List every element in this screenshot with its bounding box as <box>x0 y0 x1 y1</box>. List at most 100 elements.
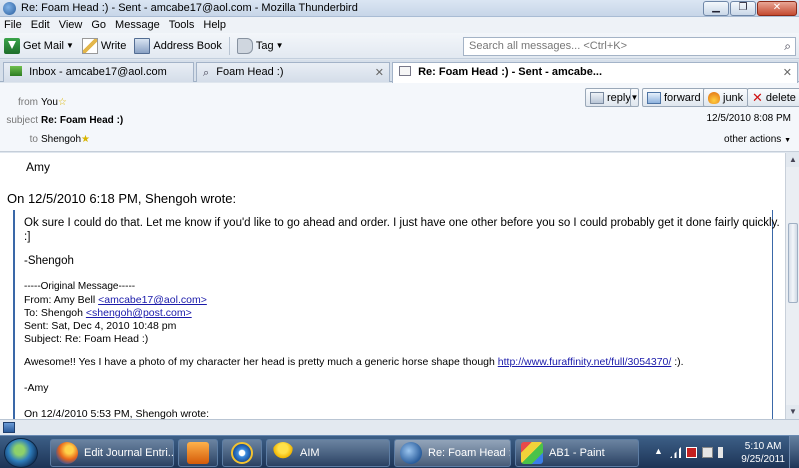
close-icon[interactable]: ✕ <box>783 66 792 79</box>
tab-foam-head[interactable]: ⌕ Foam Head :) ✕ <box>196 62 390 82</box>
scroll-down-icon[interactable]: ▼ <box>786 405 799 419</box>
close-button[interactable]: ✕ <box>757 1 797 16</box>
online-status-icon[interactable] <box>3 422 15 433</box>
taskbar-item-ie[interactable] <box>222 439 262 467</box>
message-header: from You☆ subject Re: Foam Head :) to Sh… <box>0 83 799 152</box>
get-mail-label: Get Mail <box>23 39 64 52</box>
address-book-icon <box>134 37 151 54</box>
tab-inbox[interactable]: Inbox - amcabe17@aol.com <box>3 62 194 82</box>
tab-bar: Inbox - amcabe17@aol.com ⌕ Foam Head :) … <box>0 60 799 83</box>
quote-line: :] <box>24 231 31 243</box>
antivirus-icon[interactable] <box>686 447 697 458</box>
quote-border <box>772 210 773 419</box>
taskbar-item-thunderbird[interactable]: Re: Foam Head :)... <box>394 439 511 467</box>
write-label: Write <box>100 39 127 52</box>
aim-icon <box>272 442 294 464</box>
close-icon[interactable]: ✕ <box>375 66 384 79</box>
status-bar <box>0 419 799 435</box>
tag-button[interactable]: Tag ▼ <box>233 35 288 57</box>
email-link[interactable]: <amcabe17@aol.com> <box>98 294 207 306</box>
network-icon[interactable] <box>670 447 681 458</box>
toolbar-divider <box>228 36 230 55</box>
star-icon[interactable]: ☆ <box>58 97 67 108</box>
menu-go[interactable]: Go <box>91 19 106 31</box>
window-title: Re: Foam Head :) - Sent - amcabe17@aol.c… <box>21 2 358 14</box>
blockquote: Ok sure I could do that. Let me know if … <box>13 210 780 419</box>
inbox-icon <box>10 66 22 76</box>
chevron-down-icon: ▼ <box>784 137 791 144</box>
message-body: Amy On 12/5/2010 6:18 PM, Shengoh wrote:… <box>0 153 785 419</box>
paint-icon <box>521 442 543 464</box>
original-body: Awesome!! Yes I have a photo of my chara… <box>24 356 684 368</box>
show-desktop-button[interactable] <box>789 436 799 468</box>
forward-button[interactable]: forward <box>642 88 706 107</box>
scroll-thumb[interactable] <box>788 223 798 303</box>
window-titlebar: Re: Foam Head :) - Sent - amcabe17@aol.c… <box>0 0 799 17</box>
tab-inbox-label: Inbox - amcabe17@aol.com <box>29 66 167 78</box>
delete-icon: ✕ <box>752 89 763 105</box>
nested-attribution: On 12/4/2010 5:53 PM, Shengoh wrote: <box>24 408 210 419</box>
taskbar-item-paint[interactable]: AB1 - Paint <box>515 439 639 467</box>
chevron-down-icon[interactable]: ▼ <box>66 41 74 50</box>
forward-icon <box>647 91 661 104</box>
subject-value: Re: Foam Head :) <box>41 115 124 126</box>
to-value[interactable]: Shengoh★ <box>41 134 90 145</box>
vertical-scrollbar[interactable]: ▲ ▼ <box>785 153 799 419</box>
scroll-up-icon[interactable]: ▲ <box>786 153 799 167</box>
show-hidden-icons[interactable]: ▲ <box>654 446 663 456</box>
internet-explorer-icon <box>231 442 253 464</box>
search-icon: ⌕ <box>203 67 210 79</box>
search-icon[interactable]: ⌕ <box>784 39 791 54</box>
write-button[interactable]: Write <box>78 35 130 57</box>
menu-tools[interactable]: Tools <box>169 19 195 31</box>
search-input[interactable]: Search all messages... <Ctrl+K> ⌕ <box>463 37 796 56</box>
original-subject: Subject: Re: Foam Head :) <box>24 333 149 345</box>
subject-label: subject <box>6 115 38 126</box>
menu-file[interactable]: File <box>4 19 22 31</box>
taskbar-item-firefox[interactable]: Edit Journal Entri... <box>50 439 174 467</box>
start-button[interactable] <box>4 438 38 468</box>
delete-button[interactable]: ✕ delete <box>747 88 799 107</box>
address-book-button[interactable]: Address Book <box>130 35 225 57</box>
tab-re-foam-head[interactable]: Re: Foam Head :) - Sent - amcabe... ✕ <box>392 62 798 83</box>
menu-message[interactable]: Message <box>115 19 160 31</box>
envelope-icon <box>399 66 411 76</box>
window-controls: ▁ ❐ ✕ <box>703 1 797 16</box>
other-actions-button[interactable]: other actions ▼ <box>724 134 791 145</box>
taskbar-item-aim[interactable]: AIM <box>266 439 390 467</box>
star-icon[interactable]: ★ <box>81 134 90 145</box>
url-link[interactable]: http://www.furaffinity.net/full/3054370/ <box>498 356 672 368</box>
menu-edit[interactable]: Edit <box>31 19 50 31</box>
get-mail-button[interactable]: Get Mail ▼ <box>0 35 78 57</box>
taskbar-item-label: Re: Foam Head :)... <box>428 447 510 459</box>
thunderbird-icon <box>400 442 422 464</box>
minimize-button[interactable]: ▁ <box>703 1 729 16</box>
reply-attribution: On 12/5/2010 6:18 PM, Shengoh wrote: <box>7 191 237 206</box>
original-from: From: Amy Bell <amcabe17@aol.com> <box>24 294 207 306</box>
taskbar-clock[interactable]: 5:10 AM 9/25/2011 <box>741 440 785 466</box>
menu-view[interactable]: View <box>59 19 83 31</box>
reply-dropdown-button[interactable]: ▼ <box>630 88 639 107</box>
action-center-icon[interactable] <box>702 447 713 458</box>
original-message-header: -----Original Message----- <box>24 281 136 292</box>
taskbar-item-media[interactable] <box>178 439 218 467</box>
taskbar-item-label: AB1 - Paint <box>549 447 605 459</box>
chevron-down-icon: ▼ <box>630 93 639 102</box>
maximize-button[interactable]: ❐ <box>730 1 756 16</box>
from-label: from <box>18 97 38 108</box>
quote-sign: -Shengoh <box>24 255 74 267</box>
flame-icon <box>708 91 720 104</box>
email-link[interactable]: <shengoh@post.com> <box>86 307 192 319</box>
signature: Amy <box>26 160 50 174</box>
menu-bar: File Edit View Go Message Tools Help <box>0 17 799 33</box>
from-value[interactable]: You☆ <box>41 97 67 108</box>
reply-button[interactable]: reply <box>585 88 636 107</box>
junk-button[interactable]: junk <box>703 88 749 107</box>
tag-icon <box>236 37 253 54</box>
clock-date: 9/25/2011 <box>741 454 785 465</box>
write-icon <box>81 37 98 54</box>
volume-icon[interactable] <box>718 447 723 458</box>
quote-line: Ok sure I could do that. Let me know if … <box>24 217 780 229</box>
original-to: To: Shengoh <shengoh@post.com> <box>24 307 192 319</box>
menu-help[interactable]: Help <box>203 19 226 31</box>
